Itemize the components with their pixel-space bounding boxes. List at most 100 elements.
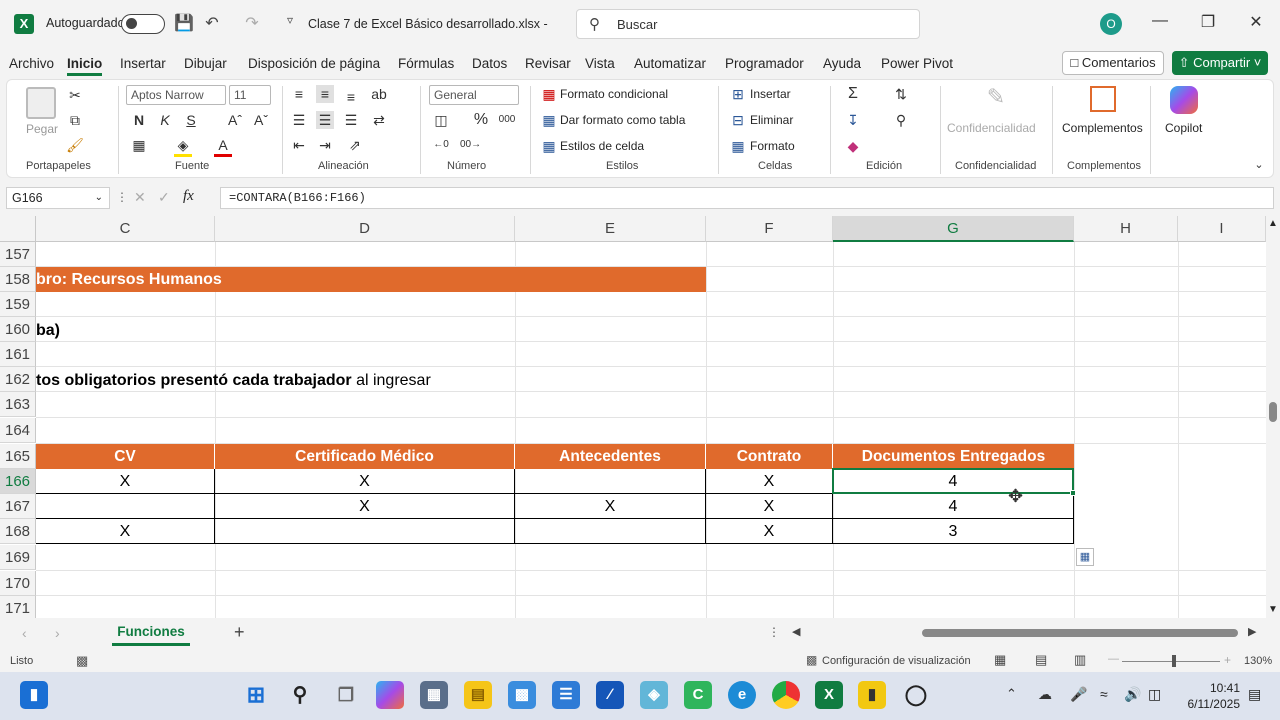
microphone-icon[interactable]: 🎤 [1070,686,1087,703]
menu-insertar[interactable]: Insertar [120,56,166,71]
copy-icon[interactable]: ⧉ [66,111,84,129]
column-header-e[interactable]: E [515,216,706,242]
row-header-163[interactable]: 163 [0,392,36,417]
conditional-format-button[interactable]: Formato condicional [560,87,668,101]
column-header-f[interactable]: F [706,216,833,242]
menu-formulas[interactable]: Fórmulas [398,56,454,71]
volume-icon[interactable]: 🔊 [1124,686,1141,703]
table-cell[interactable] [515,519,706,544]
chrome-icon[interactable] [772,681,800,709]
row-header-157[interactable]: 157 [0,242,36,267]
fill-color-icon[interactable]: ◈ [174,136,192,157]
increase-indent-icon[interactable]: ⇥ [316,136,334,154]
addins-button[interactable]: Complementos [1062,121,1143,135]
row-header-169[interactable]: 169 [0,545,36,570]
comments-button[interactable]: □ Comentarios [1062,51,1164,75]
next-sheet-icon[interactable]: › [55,625,60,641]
formula-input[interactable]: =CONTARA(B166:F166) [220,187,1274,209]
cell-styles-button[interactable]: Estilos de celda [560,139,644,153]
insert-cells-button[interactable]: Insertar [750,87,791,101]
remote-desktop-icon[interactable]: ▩ [508,681,536,709]
file-explorer-icon[interactable]: ▤ [464,681,492,709]
menu-datos[interactable]: Datos [472,56,507,71]
column-header-i[interactable]: I [1178,216,1266,242]
comma-style-icon[interactable]: 000 [498,111,516,129]
ribbon-collapse-icon[interactable]: ⌄ [1250,156,1268,174]
table-cell[interactable]: X [515,494,706,519]
widgets-icon[interactable]: ▮ [20,681,48,709]
column-header-d[interactable]: D [215,216,515,242]
add-sheet-button[interactable]: + [234,622,245,643]
zoom-slider-track[interactable] [1122,661,1220,662]
table-header-certificado[interactable]: Certificado Médico [215,444,515,469]
select-all-corner[interactable] [0,216,36,242]
sort-filter-icon[interactable]: ⇅ [892,85,910,103]
row-header-162[interactable]: 162 [0,367,36,392]
decrease-decimal-icon[interactable]: 00→ [460,136,481,154]
menu-archivo[interactable]: Archivo [9,56,54,71]
tab-split-icon[interactable]: ⋮ [768,625,780,639]
row-header-166[interactable]: 166 [0,469,36,494]
minimize-icon[interactable]: — [1148,12,1172,30]
cloud-sync-icon[interactable]: ☁ [1038,686,1052,703]
cut-icon[interactable]: ✂ [66,86,84,104]
name-box[interactable]: G166 ⌄ [6,187,110,209]
wrap-text-icon[interactable]: ab [370,85,388,103]
menu-vista[interactable]: Vista [585,56,615,71]
align-right-icon[interactable]: ☰ [342,111,360,129]
format-painter-icon[interactable]: 🖌 [66,136,84,154]
row-header-159[interactable]: 159 [0,292,36,317]
vertical-scrollbar[interactable]: ▲ ▼ [1266,216,1280,618]
column-header-c[interactable]: C [36,216,215,242]
undo-icon[interactable]: ↶ [202,13,222,33]
menu-revisar[interactable]: Revisar [525,56,571,71]
table-cell[interactable]: X [706,494,833,519]
taskbar-search-icon[interactable]: ⚲ [286,681,314,709]
table-cell[interactable]: X [706,469,833,494]
excel-taskbar-icon[interactable]: X [815,681,843,709]
clock-time[interactable]: 10:41 [1204,681,1240,695]
borders-icon[interactable]: ▦ [130,136,148,154]
align-middle-icon[interactable]: ≡ [316,85,334,103]
increase-decimal-icon[interactable]: ←0 [432,136,450,154]
decrease-indent-icon[interactable]: ⇤ [290,136,308,154]
menu-power-pivot[interactable]: Power Pivot [881,56,953,71]
zoom-slider-thumb[interactable] [1172,655,1176,667]
table-header-documentos[interactable]: Documentos Entregados [833,444,1074,469]
table-header-cv[interactable]: CV [36,444,215,469]
number-format-combo[interactable]: General [429,85,519,105]
display-settings-button[interactable]: Configuración de visualización [822,655,971,667]
font-size-combo[interactable]: 11 [229,85,271,105]
underline-button[interactable]: S [182,111,200,129]
table-cell[interactable]: 4 [833,494,1074,519]
maximize-icon[interactable]: ❐ [1196,12,1220,32]
active-cell-selection[interactable] [832,468,1074,494]
row-header-168[interactable]: 168 [0,519,36,544]
windows-start-icon[interactable]: ⊞ [242,681,270,709]
close-icon[interactable]: ✕ [1244,12,1268,32]
copilot-app-icon[interactable] [376,681,404,709]
vertical-scroll-thumb[interactable] [1269,402,1277,422]
page-break-icon[interactable]: ▥ [1074,652,1086,668]
increase-font-icon[interactable]: Aˆ [226,111,244,129]
user-avatar[interactable]: O [1100,13,1122,35]
autosum-icon[interactable]: Σ [844,85,862,103]
edge-icon[interactable]: e [728,681,756,709]
row-header-170[interactable]: 170 [0,571,36,596]
delete-cells-button[interactable]: Eliminar [750,113,793,127]
addins-icon[interactable] [1090,86,1116,112]
autosave-toggle[interactable] [121,14,165,34]
table-header-antecedentes[interactable]: Antecedentes [515,444,706,469]
percent-icon[interactable]: % [472,111,490,129]
accounting-format-icon[interactable]: ◫ [432,111,450,129]
format-as-table-button[interactable]: Dar formato como tabla [560,113,685,127]
paste-label[interactable]: Pegar [26,122,58,136]
fill-handle[interactable] [1070,490,1076,496]
menu-automatizar[interactable]: Automatizar [634,56,706,71]
zoom-level[interactable]: 130% [1244,655,1272,667]
menu-ayuda[interactable]: Ayuda [823,56,861,71]
find-select-icon[interactable]: ⚲ [892,111,910,129]
row-header-165[interactable]: 165 [0,444,36,469]
redo-icon[interactable]: ↷ [242,13,262,33]
scroll-up-icon[interactable]: ▲ [1268,218,1278,229]
